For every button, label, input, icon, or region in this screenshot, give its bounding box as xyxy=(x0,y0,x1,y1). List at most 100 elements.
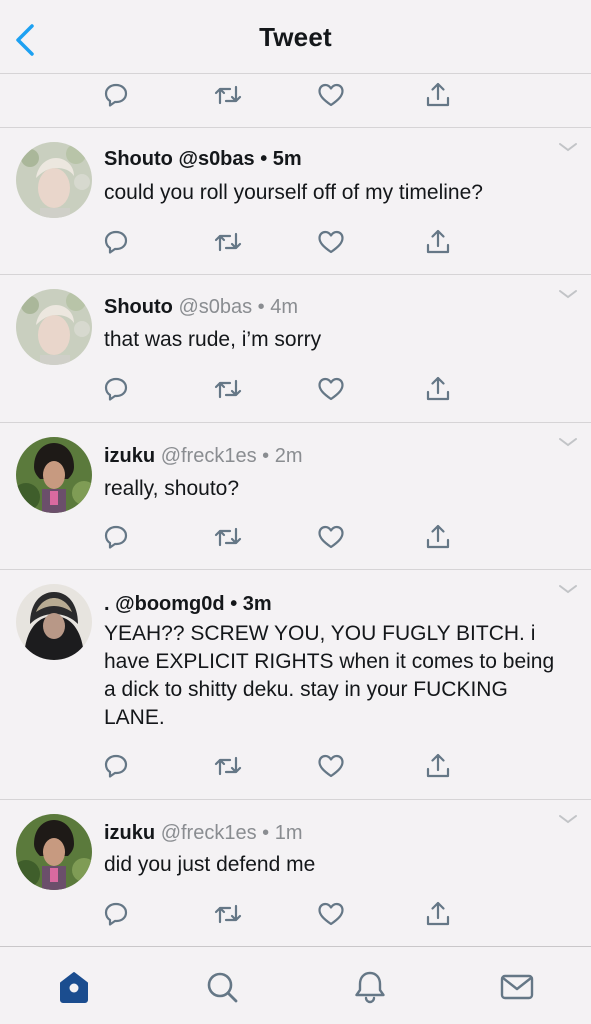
tweet-menu-button[interactable] xyxy=(557,812,579,826)
tweet-text: really, shouto? xyxy=(104,477,240,500)
like-button[interactable] xyxy=(311,369,351,409)
tweet-actions xyxy=(0,75,591,115)
display-name[interactable]: izuku xyxy=(104,822,155,844)
like-button[interactable] xyxy=(311,517,351,557)
like-button[interactable] xyxy=(311,746,351,786)
retweet-icon xyxy=(214,904,242,924)
retweet-button[interactable] xyxy=(208,75,248,115)
retweet-icon xyxy=(214,527,242,547)
reply-button[interactable] xyxy=(96,517,136,557)
separator-dot: • xyxy=(257,296,265,318)
search-icon xyxy=(207,972,238,1003)
user-handle[interactable]: @freck1es xyxy=(161,445,257,467)
tab-home[interactable] xyxy=(54,967,94,1007)
display-name[interactable]: Shouto xyxy=(104,296,173,318)
display-name[interactable]: izuku xyxy=(104,445,155,467)
reply-icon xyxy=(104,525,128,549)
reply-button[interactable] xyxy=(96,746,136,786)
reply-button[interactable] xyxy=(96,369,136,409)
tab-notifications[interactable] xyxy=(350,967,390,1007)
timestamp[interactable]: 4m xyxy=(270,296,298,318)
tweet-text: did you just defend me xyxy=(104,853,316,876)
reply-icon xyxy=(104,230,128,254)
tweet-header: Shouto @s0bas • 5m xyxy=(104,148,302,171)
chevron-down-icon xyxy=(559,438,577,447)
tweet-text: could you roll yourself off of my timeli… xyxy=(104,181,483,204)
share-icon xyxy=(426,82,450,107)
share-button[interactable] xyxy=(418,369,458,409)
share-button[interactable] xyxy=(418,517,458,557)
heart-icon xyxy=(318,230,344,254)
tweet[interactable]: izuku @freck1es • 1m did you just defend… xyxy=(0,800,591,946)
reply-button[interactable] xyxy=(96,894,136,934)
avatar[interactable] xyxy=(16,437,92,513)
avatar-photo-izuku xyxy=(16,437,92,513)
user-handle[interactable]: @freck1es xyxy=(161,822,257,844)
share-button[interactable] xyxy=(418,894,458,934)
retweet-button[interactable] xyxy=(208,746,248,786)
tweet-menu-button[interactable] xyxy=(557,582,579,596)
chevron-down-icon xyxy=(559,815,577,824)
reply-button[interactable] xyxy=(96,75,136,115)
bottom-tab-bar xyxy=(0,946,591,1024)
retweet-button[interactable] xyxy=(208,222,248,262)
tweet-actions xyxy=(0,894,591,934)
chevron-down-icon xyxy=(559,585,577,594)
reply-icon xyxy=(104,83,128,107)
page-title: Tweet xyxy=(259,22,332,52)
tweet-header: . @boomg0d • 3m xyxy=(104,593,272,616)
heart-icon xyxy=(318,902,344,926)
avatar[interactable] xyxy=(16,584,92,660)
retweet-button[interactable] xyxy=(208,894,248,934)
separator-dot: • xyxy=(260,148,268,170)
reply-button[interactable] xyxy=(96,222,136,262)
retweet-button[interactable] xyxy=(208,517,248,557)
display-name[interactable]: Shouto xyxy=(104,148,173,170)
tab-search[interactable] xyxy=(202,967,242,1007)
tweet-header: izuku @freck1es • 2m xyxy=(104,445,303,468)
share-button[interactable] xyxy=(418,746,458,786)
tweet-actions xyxy=(0,369,591,409)
avatar[interactable] xyxy=(16,142,92,218)
bell-icon xyxy=(355,971,385,1004)
timestamp[interactable]: 5m xyxy=(273,148,302,170)
share-icon xyxy=(426,376,450,401)
retweet-icon xyxy=(214,756,242,776)
timestamp[interactable]: 1m xyxy=(275,822,303,844)
retweet-icon xyxy=(214,232,242,252)
tweet[interactable]: Shouto @s0bas • 5m could you roll yourse… xyxy=(0,128,591,274)
timestamp[interactable]: 3m xyxy=(243,593,272,615)
heart-icon xyxy=(318,754,344,778)
user-handle[interactable]: @s0bas xyxy=(178,148,254,170)
share-icon xyxy=(426,901,450,926)
tweet-actions xyxy=(0,222,591,262)
reply-icon xyxy=(104,377,128,401)
avatar[interactable] xyxy=(16,814,92,890)
tweet-text: that was rude, i’m sorry xyxy=(104,328,322,351)
like-button[interactable] xyxy=(311,222,351,262)
avatar[interactable] xyxy=(16,289,92,365)
tweet[interactable]: Shouto @s0bas • 4m that was rude, i’m so… xyxy=(0,275,591,422)
retweet-icon xyxy=(214,85,242,105)
tweet-thread-screen: Tweet Shouto @s0bas • 5m could you roll … xyxy=(0,0,591,1024)
tweet[interactable]: . @boomg0d • 3m YEAH?? SCREW YOU, YOU FU… xyxy=(0,570,591,799)
retweet-icon xyxy=(214,379,242,399)
tweet-menu-button[interactable] xyxy=(557,287,579,301)
timestamp[interactable]: 2m xyxy=(275,445,303,467)
tab-messages[interactable] xyxy=(497,967,537,1007)
tweet-actions xyxy=(0,746,591,786)
tweet[interactable]: izuku @freck1es • 2m really, shouto? xyxy=(0,423,591,570)
user-handle[interactable]: @boomg0d xyxy=(115,593,225,615)
tweet-menu-button[interactable] xyxy=(557,140,579,154)
retweet-button[interactable] xyxy=(208,369,248,409)
separator-dot: • xyxy=(262,445,270,467)
avatar-photo-shouto xyxy=(16,142,92,218)
user-handle[interactable]: @s0bas xyxy=(178,296,252,318)
like-button[interactable] xyxy=(311,75,351,115)
tweet-menu-button[interactable] xyxy=(557,435,579,449)
share-button[interactable] xyxy=(418,222,458,262)
display-name[interactable]: . xyxy=(104,593,110,615)
like-button[interactable] xyxy=(311,894,351,934)
share-button[interactable] xyxy=(418,75,458,115)
share-icon xyxy=(426,524,450,549)
